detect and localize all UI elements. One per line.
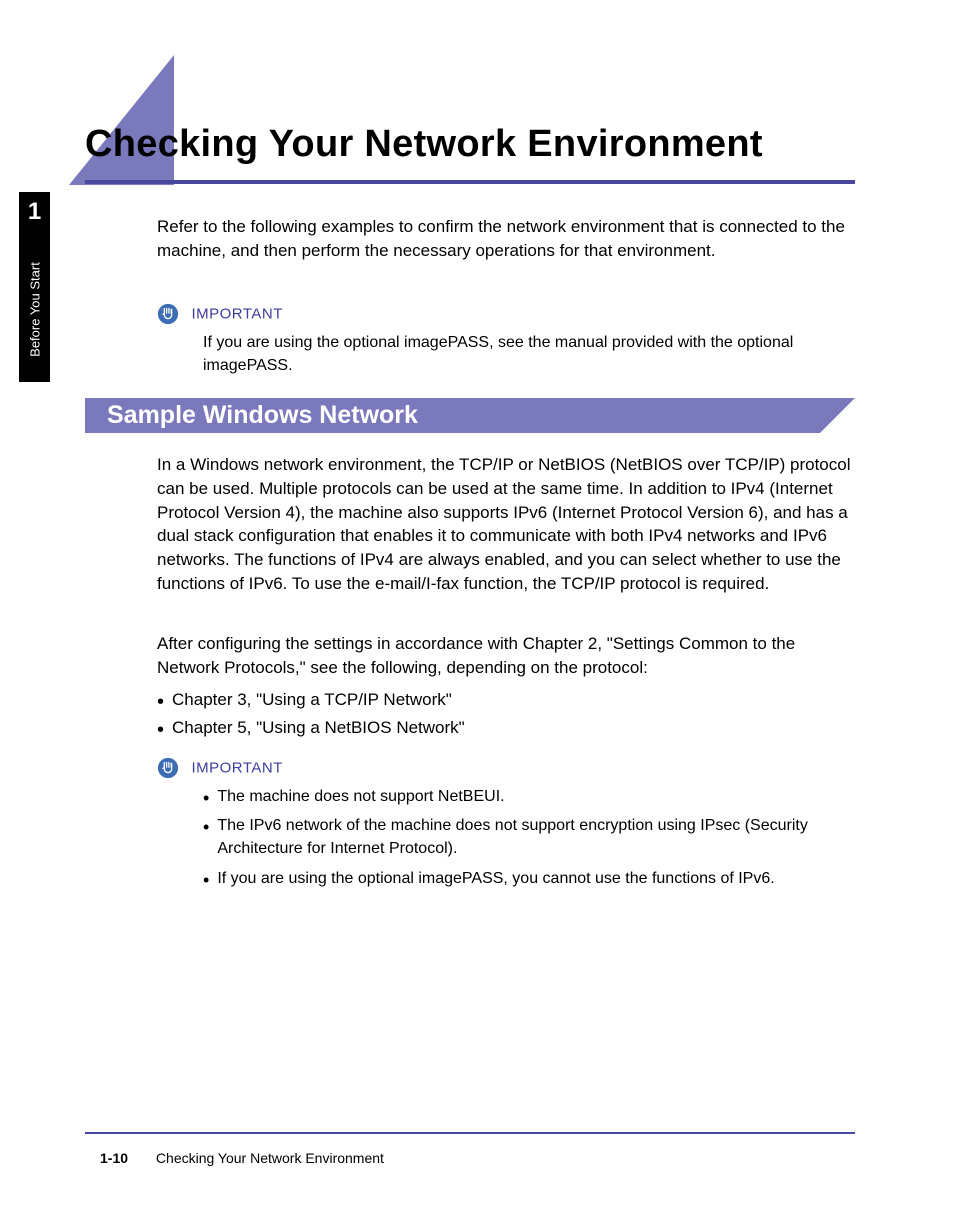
list-item: • The machine does not support NetBEUI.: [203, 785, 863, 808]
important-2-list: • The machine does not support NetBEUI. …: [203, 785, 863, 890]
body-paragraph-1: In a Windows network environment, the TC…: [157, 453, 857, 596]
hand-stop-icon: [157, 303, 179, 325]
important-notice-2: IMPORTANT • The machine does not support…: [157, 757, 857, 896]
bullet-dot-icon: •: [203, 871, 209, 889]
footer-page-number: 1-10: [100, 1150, 128, 1166]
section-heading-bar: Sample Windows Network: [85, 398, 855, 433]
list-item: • The IPv6 network of the machine does n…: [203, 814, 863, 860]
body-paragraph-2: After configuring the settings in accord…: [157, 632, 857, 680]
bullet-text: The IPv6 network of the machine does not…: [217, 814, 863, 860]
intro-paragraph: Refer to the following examples to confi…: [157, 215, 857, 263]
footer-title: Checking Your Network Environment: [156, 1150, 384, 1166]
bullet-text: If you are using the optional imagePASS,…: [217, 867, 863, 890]
bullet-dot-icon: •: [157, 692, 164, 712]
important-label: IMPORTANT: [191, 760, 282, 777]
bullet-dot-icon: •: [157, 720, 164, 740]
hand-stop-icon: [157, 757, 179, 779]
page-title: Checking Your Network Environment: [85, 123, 763, 166]
important-notice-1: IMPORTANT If you are using the optional …: [157, 303, 857, 377]
bullet-dot-icon: •: [203, 818, 209, 836]
important-label: IMPORTANT: [191, 306, 282, 323]
bullet-text: Chapter 5, "Using a NetBIOS Network": [172, 716, 857, 740]
footer-divider: [85, 1132, 855, 1134]
chapter-bullet-list: • Chapter 3, "Using a TCP/IP Network" • …: [157, 688, 857, 744]
list-item: • If you are using the optional imagePAS…: [203, 867, 863, 890]
bullet-dot-icon: •: [203, 789, 209, 807]
section-bar-triangle: [820, 398, 855, 433]
chapter-side-label: Before You Start: [27, 262, 42, 357]
list-item: • Chapter 5, "Using a NetBIOS Network": [157, 716, 857, 740]
list-item: • Chapter 3, "Using a TCP/IP Network": [157, 688, 857, 712]
bullet-text: Chapter 3, "Using a TCP/IP Network": [172, 688, 857, 712]
bullet-text: The machine does not support NetBEUI.: [217, 785, 863, 808]
section-heading-text: Sample Windows Network: [85, 398, 820, 433]
chapter-tab: 1 Before You Start: [19, 192, 50, 382]
title-underline: [85, 180, 855, 184]
page-footer: 1-10 Checking Your Network Environment: [100, 1150, 850, 1166]
chapter-number: 1: [19, 192, 50, 226]
important-1-text: If you are using the optional imagePASS,…: [203, 331, 853, 377]
